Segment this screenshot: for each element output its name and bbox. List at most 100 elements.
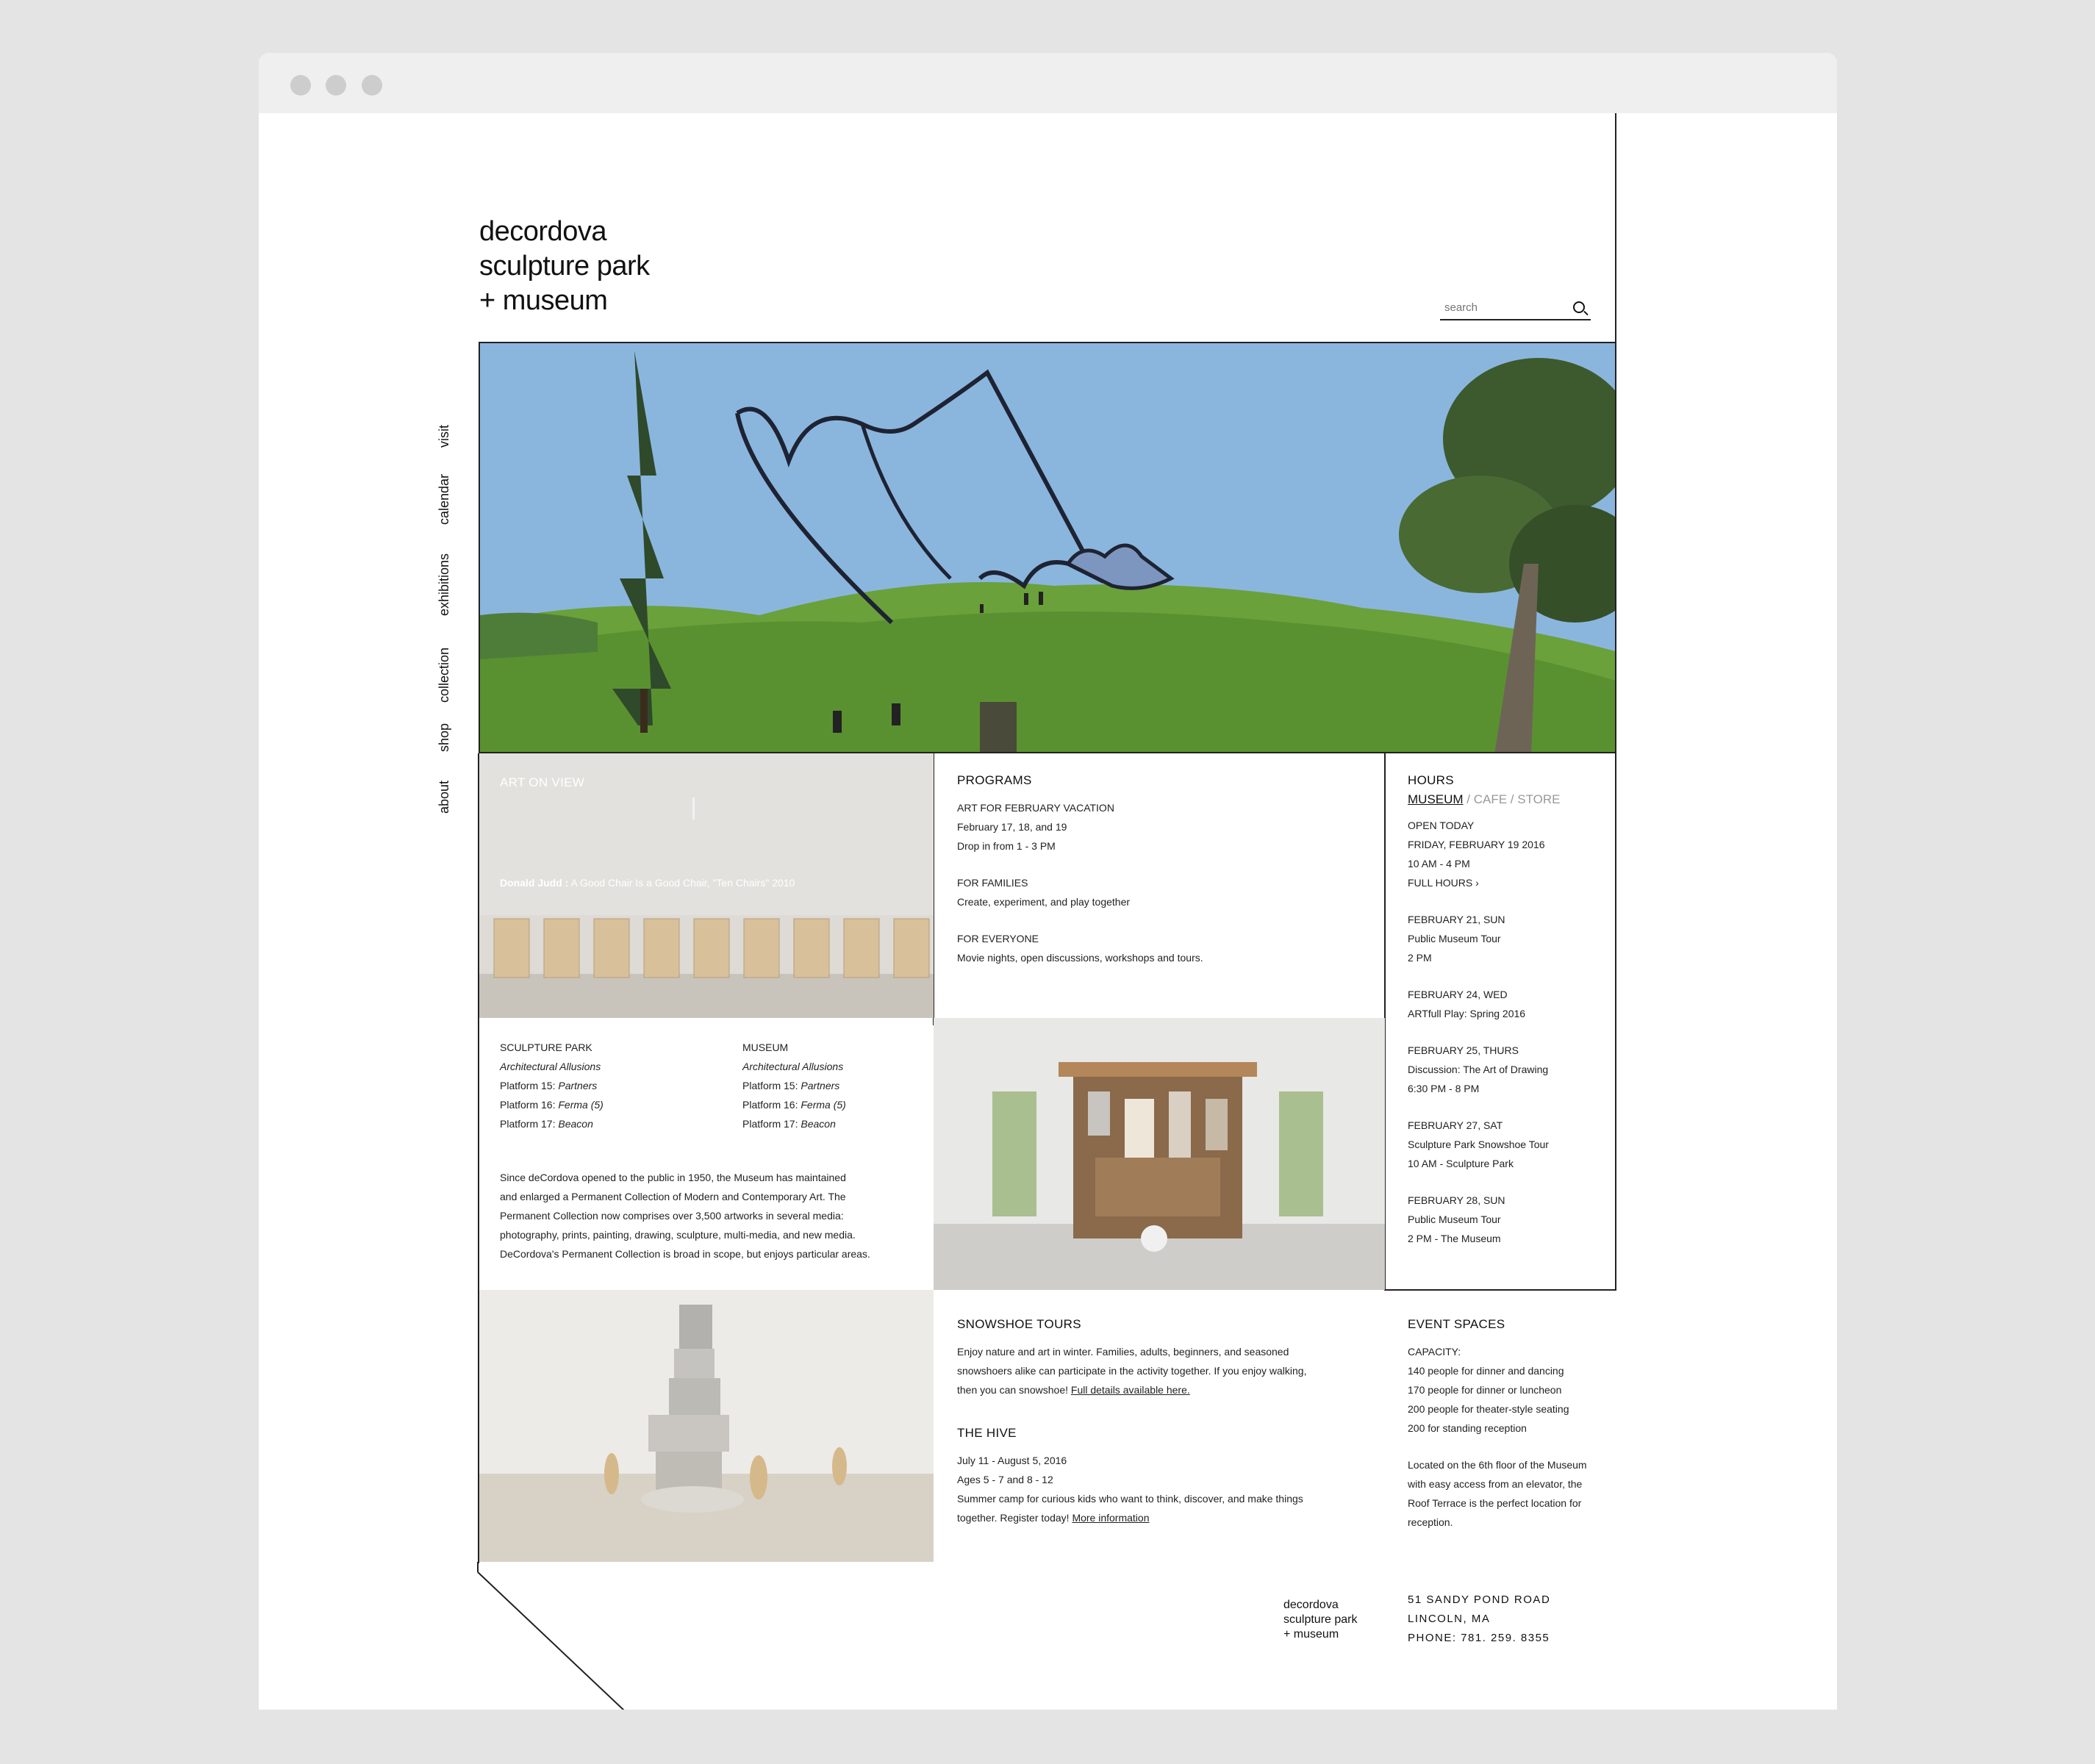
platform-work: Beacon (558, 1118, 593, 1130)
event-date: FEBRUARY 24, WED (1408, 989, 1508, 1000)
description-line: Located on the 6th floor of the Museum (1408, 1459, 1587, 1471)
artist-name: Donald Judd : (500, 877, 569, 889)
logo-line: sculpture park (479, 251, 650, 282)
platform-work: Ferma (5) (801, 1099, 846, 1111)
capacity-item: 200 for standing reception (1408, 1422, 1527, 1434)
program-line: February 17, 18, and 19 (957, 821, 1067, 833)
snowshoe-details-link[interactable]: Full details available here. (1071, 1384, 1190, 1396)
program-item[interactable]: FOR FAMILIES Create, experiment, and pla… (957, 873, 1369, 911)
hours-title: HOURS (1408, 773, 1454, 787)
hive-line: Ages 5 - 7 and 8 - 12 (957, 1474, 1053, 1485)
program-line: Create, experiment, and play together (957, 896, 1131, 908)
search-input[interactable] (1440, 295, 1565, 319)
platform-label: Platform 15: (500, 1080, 556, 1091)
event-date: FEBRUARY 21, SUN (1408, 914, 1505, 925)
description-line: photography, prints, painting, drawing, … (500, 1229, 856, 1241)
snowshoe-line: Enjoy nature and art in winter. Families… (957, 1346, 1289, 1358)
grid-divider (1615, 753, 1616, 1290)
full-hours-label: FULL HOURS (1408, 877, 1473, 889)
nav-calendar[interactable]: calendar (437, 474, 452, 525)
collection-line: Platform 16: Ferma (5) (500, 1095, 720, 1114)
event-line: 2 PM (1408, 952, 1432, 964)
nav-exhibitions[interactable]: exhibitions (437, 553, 452, 616)
hours-section: HOURS MUSEUM / CAFE / STORE OPEN TODAY F… (1408, 773, 1606, 1248)
grid-divider (1384, 1289, 1616, 1291)
snowshoe-line: then you can snowshoe! Full details avai… (957, 1380, 1369, 1399)
calendar-event[interactable]: FEBRUARY 21, SUN Public Museum Tour 2 PM (1408, 910, 1606, 967)
description-line: reception. (1408, 1516, 1453, 1528)
search-box (1440, 295, 1591, 320)
capacity-item: 170 people for dinner or luncheon (1408, 1384, 1562, 1396)
footer-address: 51 SANDY POND ROAD LINCOLN, MA PHONE: 78… (1408, 1591, 1550, 1648)
collection-sculpture-park[interactable]: SCULPTURE PARK Architectural Allusions P… (500, 1038, 720, 1133)
footer-logo[interactable]: decordova sculpture park + museum (1283, 1598, 1358, 1642)
art-on-view-tile[interactable]: ART ON VIEW Donald Judd : A Good Chair I… (479, 753, 934, 1018)
description-line: and enlarged a Permanent Collection of M… (500, 1191, 846, 1202)
nav-collection[interactable]: collection (437, 648, 452, 703)
calendar-event[interactable]: FEBRUARY 25, THURS Discussion: The Art o… (1408, 1041, 1606, 1098)
hive-text: together. Register today! (957, 1512, 1070, 1524)
calendar-event[interactable]: FEBRUARY 27, SAT Sculpture Park Snowshoe… (1408, 1116, 1606, 1173)
collection-line: Platform 17: Beacon (742, 1114, 926, 1133)
collection-line: Platform 17: Beacon (500, 1114, 720, 1133)
hero-image (479, 342, 1616, 753)
collection-museum[interactable]: MUSEUM Architectural Allusions Platform … (742, 1038, 926, 1133)
platform-work: Ferma (5) (558, 1099, 604, 1111)
stacked-blocks-illustration (479, 1290, 934, 1562)
full-hours-link[interactable]: FULL HOURS › (1408, 873, 1606, 892)
event-line: Public Museum Tour (1408, 933, 1501, 944)
platform-label: Platform 15: (742, 1080, 798, 1091)
event-date: FEBRUARY 27, SAT (1408, 1119, 1503, 1131)
snowshoe-line: snowshoers alike can participate in the … (957, 1365, 1307, 1377)
hive-line: together. Register today! More informati… (957, 1508, 1369, 1527)
tab-museum[interactable]: MUSEUM (1408, 792, 1464, 806)
open-today: OPEN TODAY FRIDAY, FEBRUARY 19 2016 10 A… (1408, 816, 1606, 892)
platform-work: Partners (558, 1080, 598, 1091)
platform-label: Platform 17: (742, 1118, 798, 1130)
snowshoe-section: SNOWSHOE TOURS Enjoy nature and art in w… (957, 1317, 1369, 1399)
art-on-view-title: ART ON VIEW (500, 775, 585, 789)
capacity-item: 140 people for dinner and dancing (1408, 1365, 1564, 1377)
browser-titlebar (259, 53, 1837, 113)
event-line: ARTfull Play: Spring 2016 (1408, 1008, 1526, 1019)
tab-cafe-store[interactable]: / CAFE / STORE (1466, 792, 1560, 806)
logo-line: + museum (479, 285, 608, 316)
window-zoom-dot[interactable] (362, 75, 382, 96)
footer-logo-line: sculpture park (1283, 1613, 1358, 1626)
site-logo[interactable]: decordova sculpture park + museum (479, 215, 650, 318)
collection-title: SCULPTURE PARK (500, 1041, 592, 1053)
side-navigation: visit calendar exhibitions collection sh… (437, 351, 466, 821)
snowshoe-text: then you can snowshoe! (957, 1384, 1068, 1396)
hive-more-link[interactable]: More information (1072, 1512, 1149, 1524)
logo-line: decordova (479, 216, 606, 247)
description-line: Roof Terrace is the perfect location for (1408, 1497, 1582, 1509)
capacity-list: CAPACITY: 140 people for dinner and danc… (1408, 1342, 1614, 1438)
nav-visit[interactable]: visit (437, 425, 452, 448)
program-item[interactable]: FOR EVERYONE Movie nights, open discussi… (957, 929, 1369, 967)
platform-work: Beacon (801, 1118, 836, 1130)
collection-title: MUSEUM (742, 1041, 789, 1053)
installation-image (934, 1018, 1385, 1290)
event-line: 6:30 PM - 8 PM (1408, 1083, 1480, 1094)
hours-tabs: MUSEUM / CAFE / STORE (1408, 792, 1606, 807)
calendar-event[interactable]: FEBRUARY 24, WED ARTfull Play: Spring 20… (1408, 985, 1606, 1023)
window-minimize-dot[interactable] (326, 75, 346, 96)
event-date: FEBRUARY 25, THURS (1408, 1044, 1519, 1056)
description-line: Permanent Collection now comprises over … (500, 1210, 844, 1222)
nav-about[interactable]: about (437, 781, 452, 814)
search-icon[interactable] (1573, 301, 1585, 313)
capacity-item: 200 people for theater-style seating (1408, 1403, 1569, 1415)
event-line: Discussion: The Art of Drawing (1408, 1064, 1549, 1075)
calendar-event[interactable]: FEBRUARY 28, SUN Public Museum Tour 2 PM… (1408, 1191, 1606, 1248)
program-heading: ART FOR FEBRUARY VACATION (957, 802, 1114, 814)
window-close-dot[interactable] (290, 75, 311, 96)
collection-line: Platform 15: Partners (742, 1076, 926, 1095)
program-item[interactable]: ART FOR FEBRUARY VACATION February 17, 1… (957, 798, 1369, 856)
program-line: Drop in from 1 - 3 PM (957, 840, 1056, 852)
address-line: 51 SANDY POND ROAD (1408, 1593, 1551, 1606)
open-today-date: FRIDAY, FEBRUARY 19 2016 (1408, 839, 1545, 850)
nav-shop[interactable]: shop (437, 723, 452, 752)
programs-section: PROGRAMS ART FOR FEBRUARY VACATION Febru… (957, 773, 1369, 967)
event-line: 10 AM - Sculpture Park (1408, 1158, 1514, 1169)
event-line: 2 PM - The Museum (1408, 1233, 1501, 1244)
